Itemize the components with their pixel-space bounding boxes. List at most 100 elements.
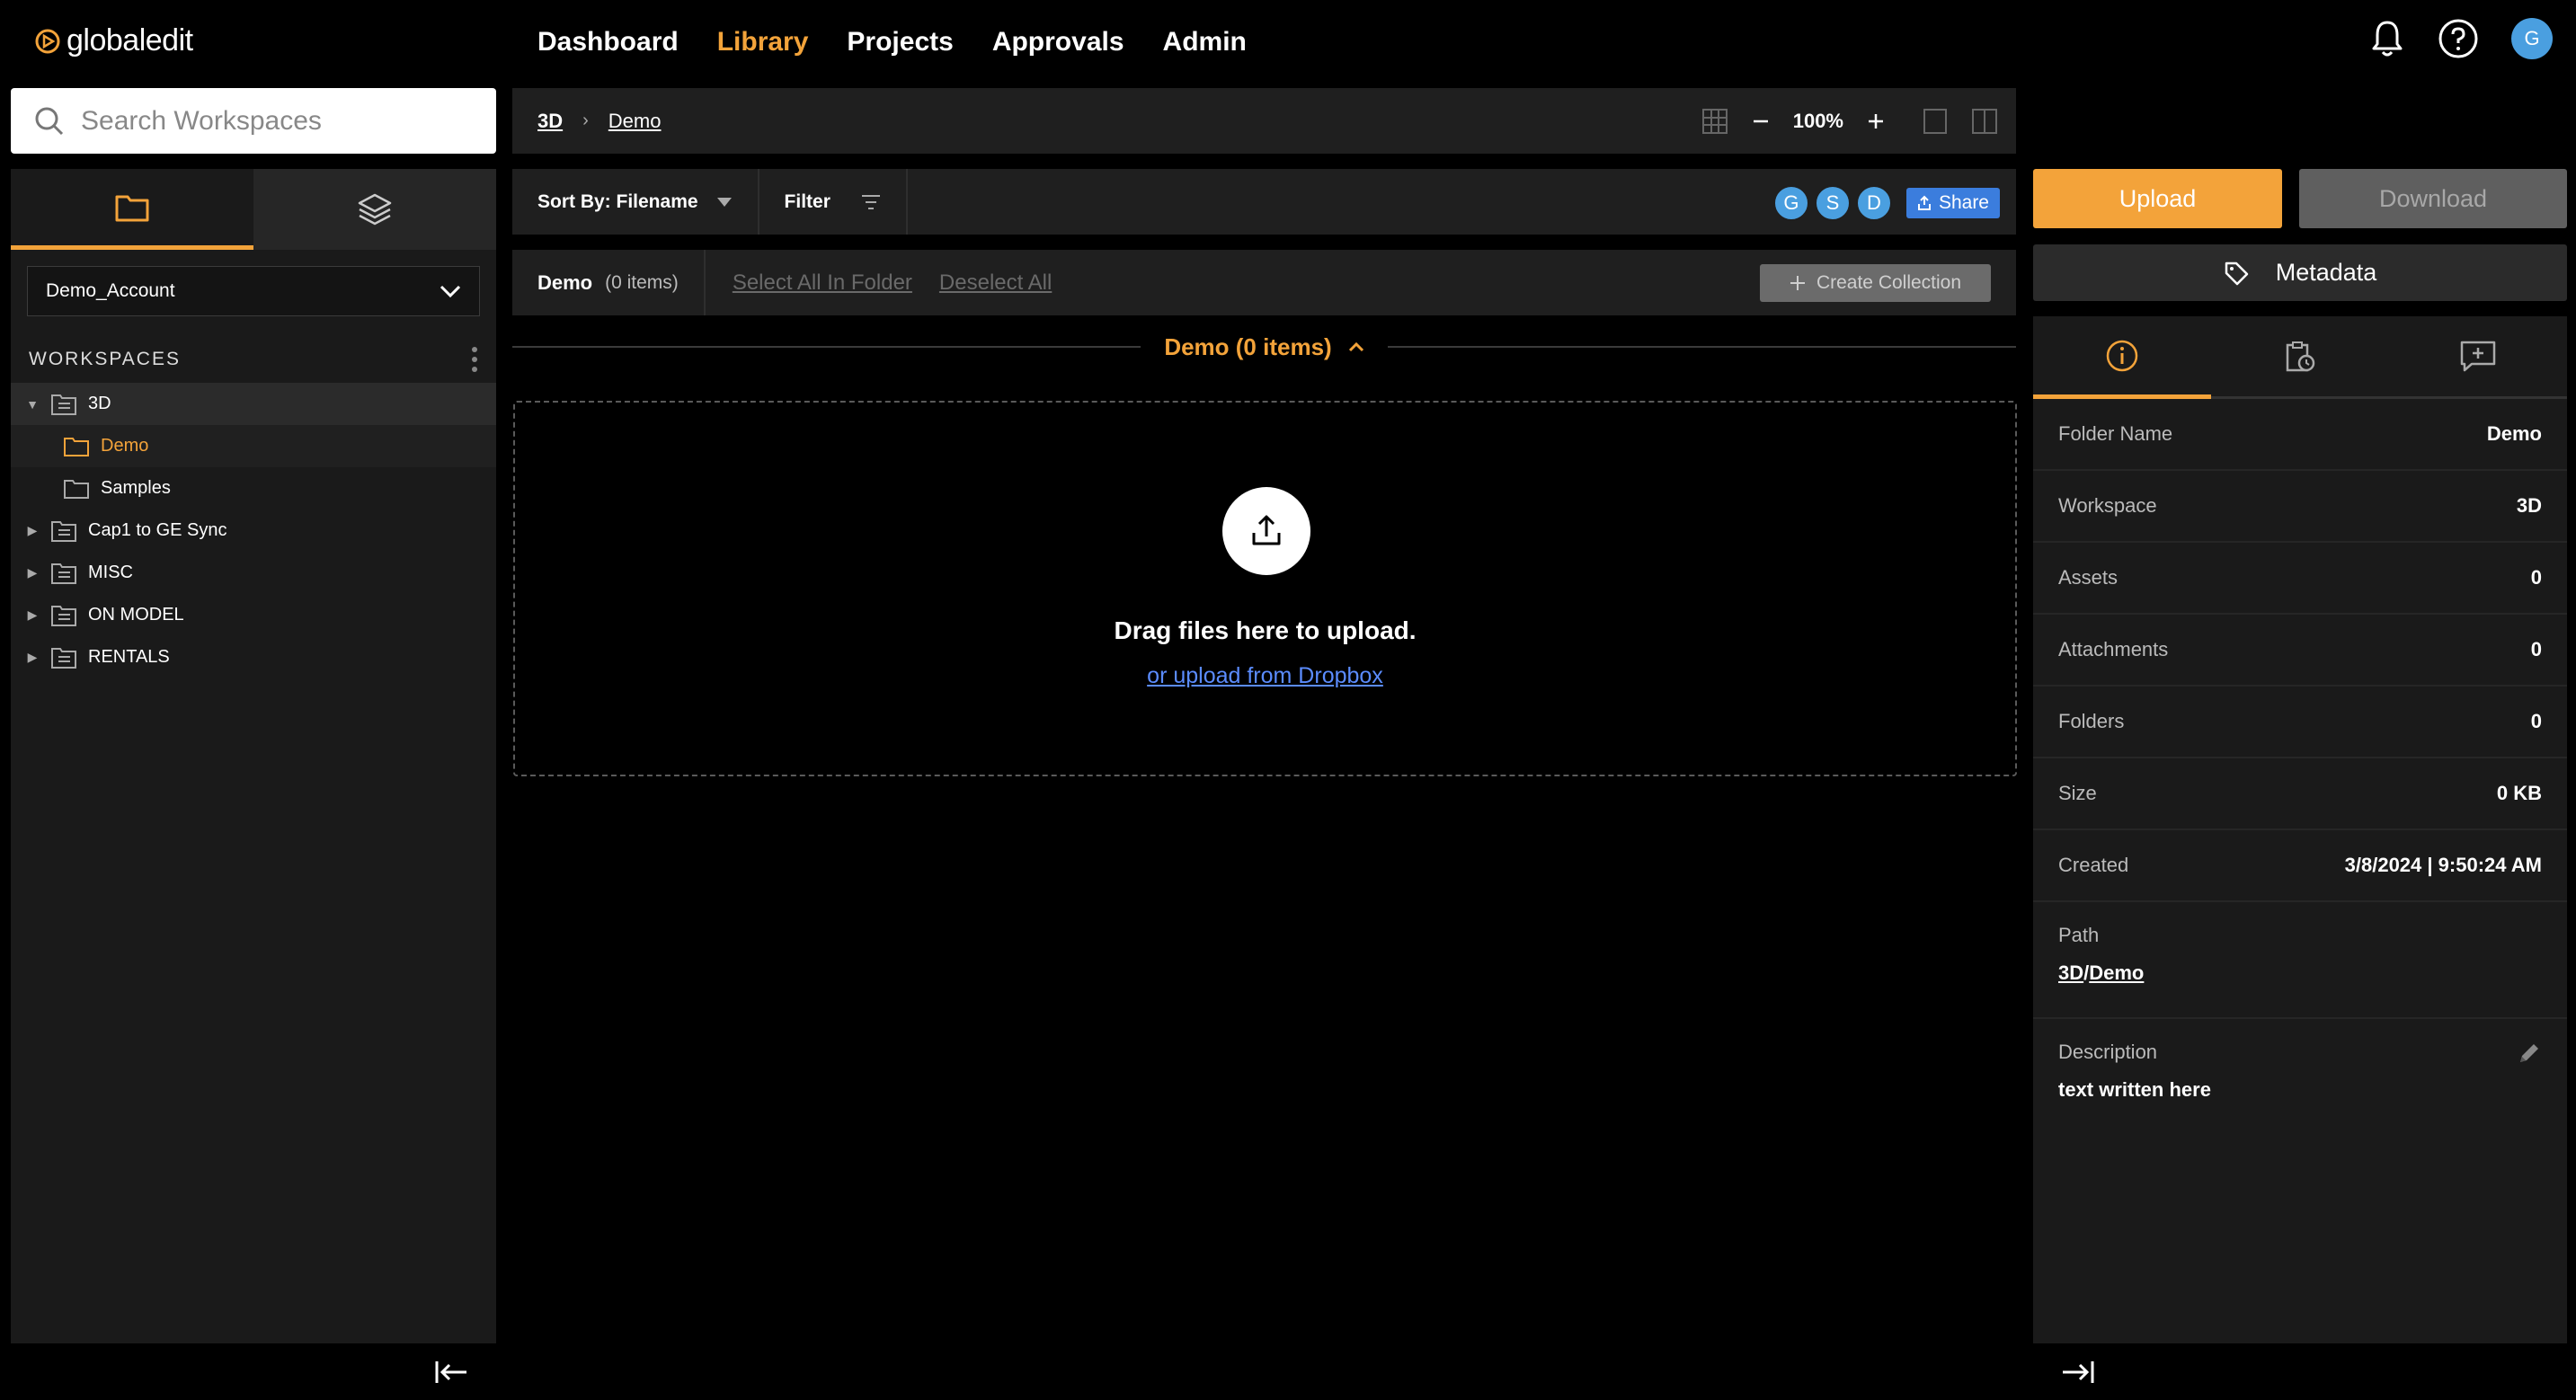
search-icon [34,106,65,137]
collapse-right-icon[interactable] [2060,1359,2096,1386]
filter-label: Filter [784,191,831,212]
chevron-up-icon [1348,341,1364,352]
caret-right-icon[interactable]: ▶ [20,607,45,623]
share-label: Share [1938,192,1989,213]
upload-button[interactable]: Upload [2033,169,2282,228]
section-header: Demo (0 items) [512,329,2017,365]
caret-right-icon[interactable]: ▶ [20,650,45,665]
collapse-left-icon[interactable] [433,1359,469,1386]
metadata-label: Metadata [2275,259,2377,286]
detail-folder-name: Folder Name Demo [2033,399,2567,471]
divider [512,346,1141,348]
nav-admin[interactable]: Admin [1163,27,1247,58]
upload-dropzone[interactable]: Drag files here to upload. or upload fro… [513,401,2017,776]
detail-value: 0 [2530,638,2542,660]
details-panel: Folder Name Demo Workspace 3D Assets 0 A… [2033,316,2567,1343]
share-icon [1917,195,1932,211]
caret-down-icon [716,197,733,208]
user-avatar[interactable]: G [1772,185,1809,221]
path-link[interactable]: Demo [2089,961,2144,984]
tree-item-rentals[interactable]: ▶ RENTALS [11,636,496,678]
sort-dropdown[interactable]: Sort By: Filename [512,169,759,235]
zoom-in-icon[interactable] [1867,112,1885,130]
edit-icon[interactable] [2517,1041,2542,1066]
top-bar: globaledit Dashboard Library Projects Ap… [0,0,2576,86]
tab-info[interactable] [2033,316,2211,399]
path-link[interactable]: 3D [2058,961,2083,984]
tree-item-on-model[interactable]: ▶ ON MODEL [11,594,496,636]
folder-icon [63,478,90,500]
dropbox-link-text[interactable]: or upload from Dropbox [1147,663,1383,688]
upload-icon[interactable] [1222,487,1310,575]
account-select[interactable]: Demo_Account [27,266,480,316]
tree-item-cap1[interactable]: ▶ Cap1 to GE Sync [11,509,496,552]
user-avatar[interactable]: S [1814,185,1851,221]
bell-icon[interactable] [2369,19,2405,58]
tab-layers[interactable] [253,169,496,250]
dropbox-upload-link[interactable]: or upload from Dropbox [515,663,2015,689]
zoom-out-icon[interactable] [1752,112,1770,130]
sort-filter-bar: Sort By: Filename Filter G S D Share [512,169,2016,235]
detail-label: Path [2058,924,2100,946]
search-input[interactable] [81,105,476,137]
nav-projects[interactable]: Projects [847,27,953,58]
create-collection-label: Create Collection [1816,272,1962,293]
caret-right-icon[interactable]: ▶ [20,523,45,538]
tree-item-samples[interactable]: Samples [11,467,496,509]
more-vertical-icon[interactable] [471,346,478,373]
detail-created: Created 3/8/2024 | 9:50:24 AM [2033,830,2567,902]
download-button[interactable]: Download [2299,169,2567,228]
detail-label: Folders [2058,710,2125,732]
nav-library[interactable]: Library [717,27,809,58]
sidebar: Demo_Account WORKSPACES ▼ 3D Demo Sample… [11,169,496,1343]
detail-label: Description [2058,1041,2158,1063]
account-value: Demo_Account [46,280,175,301]
breadcrumb-item[interactable]: 3D [537,110,563,133]
tree-item-3d[interactable]: ▼ 3D [11,383,496,425]
user-avatar[interactable]: G [2511,18,2553,59]
detail-description: Description text written here [2033,1019,2567,1123]
tree-item-label: Samples [101,478,171,498]
breadcrumb-item[interactable]: Demo [608,110,662,133]
logo-text: globaledit [67,23,193,58]
tab-comments[interactable] [2389,316,2567,399]
section-title: Demo (0 items) [1164,332,1332,360]
section-toggle[interactable]: Demo (0 items) [1141,333,1387,361]
metadata-button[interactable]: Metadata [2033,244,2567,301]
split-view-icon[interactable] [1971,108,1998,135]
tab-folders[interactable] [11,169,253,250]
detail-label: Folder Name [2058,422,2173,445]
deselect-all-link[interactable]: Deselect All [939,270,1052,296]
tab-history[interactable] [2211,316,2389,399]
tree-item-misc[interactable]: ▶ MISC [11,552,496,594]
tree-item-demo[interactable]: Demo [11,425,496,467]
single-view-icon[interactable] [1923,108,1948,135]
workspace-icon [50,393,77,416]
caret-down-icon[interactable]: ▼ [20,397,45,412]
top-icons: G [2369,18,2553,59]
detail-value: 0 KB [2496,782,2542,804]
workspace-icon [50,646,77,669]
help-icon[interactable] [2438,18,2479,59]
caret-right-icon[interactable]: ▶ [20,565,45,580]
grid-icon[interactable] [1701,108,1728,135]
select-all-link[interactable]: Select All In Folder [733,270,912,296]
filter-icon [861,194,881,210]
zoom-level: 100% [1792,109,1843,132]
breadcrumb: 3D › Demo 100% [512,88,2016,154]
chevron-down-icon [440,285,461,297]
detail-assets: Assets 0 [2033,543,2567,615]
logo[interactable]: globaledit [34,23,193,58]
detail-value: 0 [2530,566,2542,589]
create-collection-button[interactable]: Create Collection [1760,264,1991,302]
share-button[interactable]: Share [1905,188,2000,218]
nav-dashboard[interactable]: Dashboard [537,27,679,58]
description-value: text written here [2058,1078,2211,1101]
search-box [11,88,496,154]
detail-label: Attachments [2058,638,2169,660]
user-avatar[interactable]: D [1855,185,1892,221]
detail-label: Assets [2058,566,2119,589]
detail-value: 3D [2516,494,2542,517]
filter-button[interactable]: Filter [759,169,908,235]
nav-approvals[interactable]: Approvals [992,27,1124,58]
